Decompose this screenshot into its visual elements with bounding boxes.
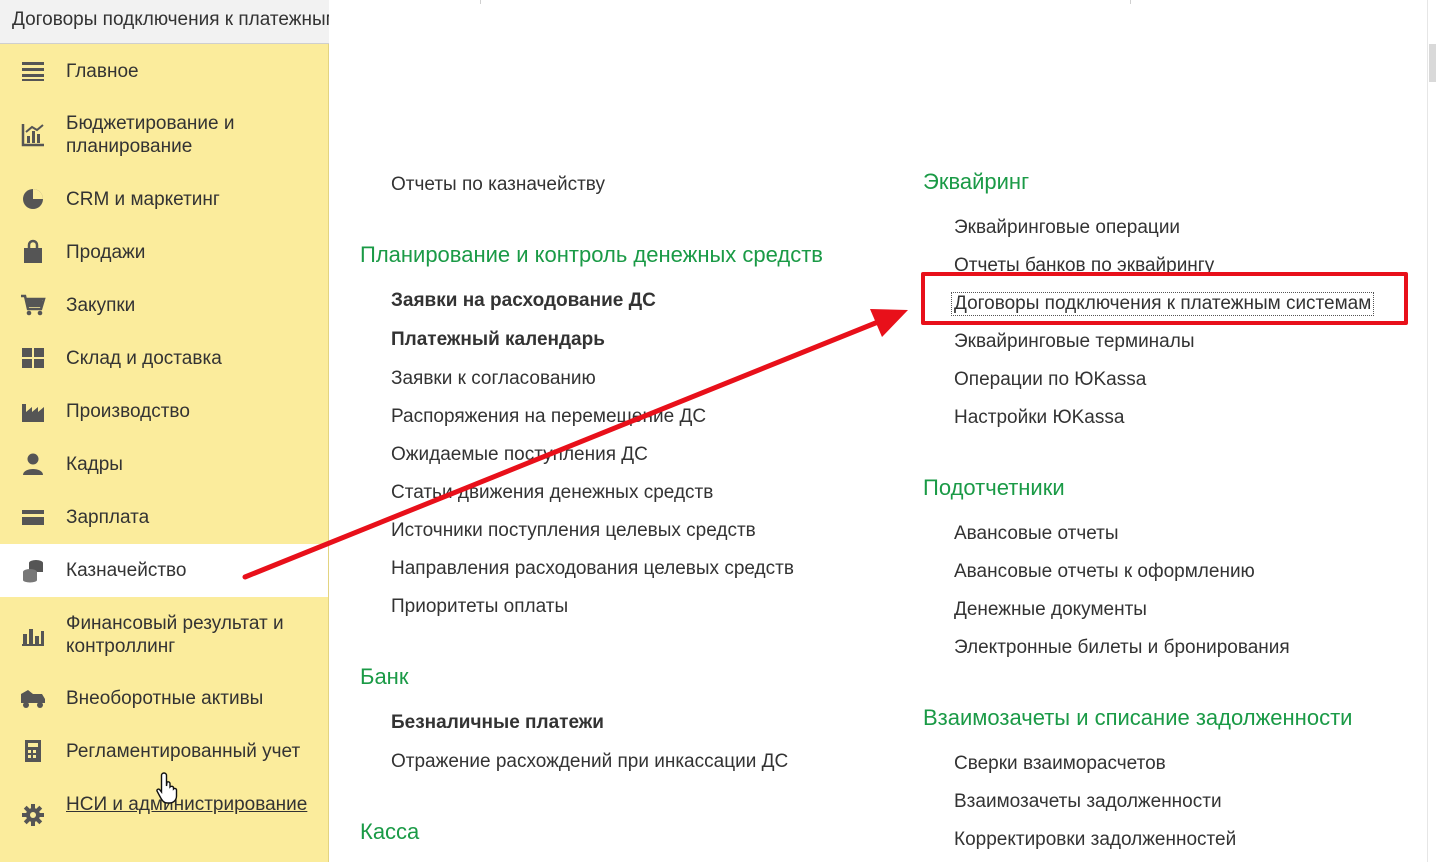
hand-pointer-icon: [156, 772, 178, 804]
window-tab[interactable]: Договоры подключения к платежным система…: [0, 0, 329, 44]
sidebar-item-fixed-assets[interactable]: Внеоборотные активы: [0, 672, 328, 725]
scrollbar[interactable]: [1429, 44, 1436, 82]
link-advance-reports[interactable]: Авансовые отчеты: [954, 523, 1119, 545]
link-cashless-payments[interactable]: Безналичные платежи: [391, 712, 604, 734]
sidebar-item-label: Главное: [66, 61, 139, 82]
shopping-bag-icon: [20, 239, 46, 265]
sidebar: Главное Бюджетирование и планирование CR…: [0, 44, 329, 862]
coins-stack-icon: [20, 557, 46, 583]
sidebar-item-hr[interactable]: Кадры: [0, 438, 328, 491]
pie-chart-icon: [20, 186, 46, 212]
sidebar-item-label: Регламентированный учет: [66, 741, 301, 762]
calculator-icon: [20, 738, 46, 764]
scrollbar-track: [1427, 0, 1428, 862]
link-electronic-tickets[interactable]: Электронные билеты и бронирования: [954, 637, 1290, 659]
wallet-card-icon: [20, 504, 46, 530]
link-acquiring-terminals[interactable]: Эквайринговые терминалы: [954, 331, 1194, 353]
section-title-acquiring: Эквайринг: [923, 169, 1030, 194]
sidebar-item-label: Закупки: [66, 295, 136, 316]
sidebar-item-label: Казначейство: [66, 560, 187, 581]
menu-lines-icon: [20, 58, 46, 84]
bar-chart-icon: [20, 622, 46, 648]
sidebar-item-sales[interactable]: Продажи: [0, 226, 328, 279]
section-title-offsets: Взаимозачеты и списание задолженности: [923, 705, 1353, 730]
link-cash-flow-items[interactable]: Статьи движения денежных средств: [391, 482, 713, 504]
sidebar-item-crm[interactable]: CRM и маркетинг: [0, 172, 328, 226]
warehouse-grid-icon: [20, 345, 46, 371]
sidebar-item-label: НСИ и администрирование: [66, 794, 308, 815]
sidebar-item-label: Финансовый результат и контроллинг: [66, 613, 284, 657]
section-title-accountables: Подотчетники: [923, 475, 1065, 500]
cart-icon: [20, 292, 46, 318]
sidebar-item-label: Бюджетирование и планирование: [66, 113, 235, 157]
link-debt-offsets[interactable]: Взаимозачеты задолженности: [954, 791, 1222, 813]
sidebar-item-label: CRM и маркетинг: [66, 189, 220, 210]
top-bar: Договоры подключения к платежным система…: [0, 0, 1436, 44]
truck-icon: [20, 685, 46, 711]
top-separator: [480, 0, 481, 4]
sidebar-item-production[interactable]: Производство: [0, 385, 328, 438]
sidebar-item-label: Продажи: [66, 242, 146, 263]
person-icon: [20, 451, 46, 477]
sidebar-item-label: Кадры: [66, 454, 123, 475]
link-money-documents[interactable]: Денежные документы: [954, 599, 1147, 621]
sidebar-item-warehouse[interactable]: Склад и доставка: [0, 332, 328, 385]
link-transfer-orders[interactable]: Распоряжения на перемещение ДС: [391, 406, 706, 428]
link-debt-adjustments[interactable]: Корректировки задолженностей: [954, 829, 1236, 851]
factory-icon: [20, 398, 46, 424]
sidebar-item-budgeting[interactable]: Бюджетирование и планирование: [0, 98, 328, 172]
sidebar-item-financial-result[interactable]: Финансовый результат и контроллинг: [0, 597, 328, 672]
link-target-sources[interactable]: Источники поступления целевых средств: [391, 520, 756, 542]
link-expense-requests[interactable]: Заявки на расходование ДС: [391, 290, 656, 312]
link-ukassa-operations[interactable]: Операции по ЮKassa: [954, 369, 1146, 391]
sidebar-item-purchases[interactable]: Закупки: [0, 279, 328, 332]
link-advance-reports-pending[interactable]: Авансовые отчеты к оформлению: [954, 561, 1255, 583]
sidebar-item-label: Внеоборотные активы: [66, 688, 264, 709]
link-requests-approval[interactable]: Заявки к согласованию: [391, 368, 596, 390]
link-expected-receipts[interactable]: Ожидаемые поступления ДС: [391, 444, 648, 466]
sidebar-item-main[interactable]: Главное: [0, 44, 328, 98]
budget-chart-icon: [20, 122, 46, 148]
sidebar-item-label: Производство: [66, 401, 190, 422]
section-title-bank: Банк: [360, 664, 409, 689]
link-acquiring-operations[interactable]: Эквайринговые операции: [954, 217, 1180, 239]
sidebar-item-salary[interactable]: Зарплата: [0, 491, 328, 544]
section-title-cash: Касса: [360, 819, 420, 844]
section-title-planning: Планирование и контроль денежных средств: [360, 242, 823, 267]
link-payment-calendar[interactable]: Платежный календарь: [391, 329, 605, 351]
link-treasury-reports[interactable]: Отчеты по казначейству: [391, 174, 605, 196]
sidebar-item-label: Зарплата: [66, 507, 150, 528]
sidebar-item-label: Склад и доставка: [66, 348, 222, 369]
link-ukassa-settings[interactable]: Настройки ЮKassa: [954, 407, 1124, 429]
window-title: Договоры подключения к платежным система…: [12, 9, 329, 30]
gear-icon: [20, 802, 46, 828]
link-payment-priorities[interactable]: Приоритеты оплаты: [391, 596, 568, 618]
sidebar-item-treasury[interactable]: Казначейство: [0, 544, 328, 597]
annotation-highlight-box: [921, 272, 1408, 325]
link-encashment-discrepancies[interactable]: Отражение расхождений при инкассации ДС: [391, 751, 788, 773]
link-reconciliations[interactable]: Сверки взаиморасчетов: [954, 753, 1166, 775]
top-separator: [1130, 0, 1131, 4]
link-target-directions[interactable]: Направления расходования целевых средств: [391, 558, 794, 580]
